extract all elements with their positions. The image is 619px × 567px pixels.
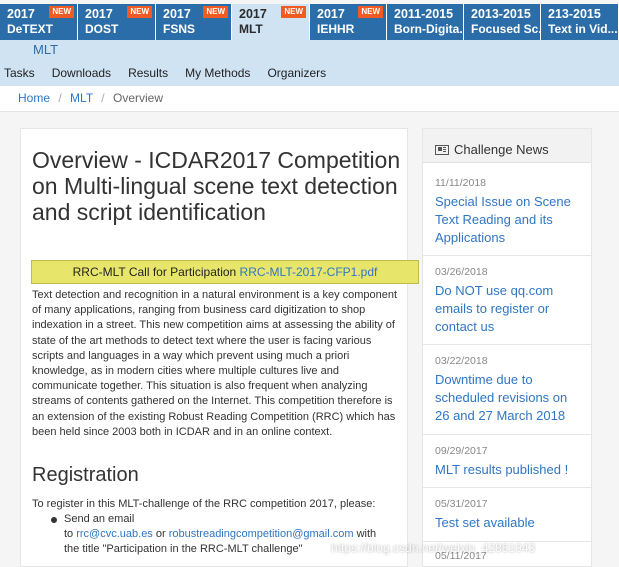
challenge-tab-bar: 2017 DeTEXT NEW 2017 DOST NEW 2017 FSNS NEW 2017 M… (0, 4, 619, 40)
new-badge: NEW (203, 6, 228, 18)
breadcrumb-mlt[interactable]: MLT (70, 91, 93, 105)
breadcrumb-separator: / (58, 91, 62, 105)
new-badge: NEW (127, 6, 152, 18)
menu-item-organizers[interactable]: Organizers (267, 62, 326, 86)
challenge-subtitle: MLT (33, 42, 59, 57)
menu-item-downloads[interactable]: Downloads (52, 62, 111, 86)
news-item: 05/31/2017 Test set available (435, 498, 585, 532)
bullet-email-line: to rrc@cvc.uab.es or robustreadingcompet… (64, 528, 376, 540)
menu-item-results[interactable]: Results (128, 62, 168, 86)
news-date: 05/31/2017 (435, 498, 488, 510)
or-text: or (152, 528, 169, 540)
news-divider (423, 255, 591, 256)
overview-paragraph: Text detection and recognition in a natu… (32, 289, 398, 438)
tab-label: Text in Vid... (548, 22, 618, 36)
email-link-rrc[interactable]: rrc@cvc.uab.es (76, 528, 153, 540)
news-divider (423, 487, 591, 488)
news-link[interactable]: Test set available (435, 514, 585, 532)
menu-item-my-methods[interactable]: My Methods (185, 62, 250, 86)
news-divider (423, 344, 591, 345)
news-date: 09/29/2017 (435, 445, 488, 457)
tab-label: IEHHR (317, 22, 355, 36)
cfp-pdf-link[interactable]: RRC-MLT-2017-CFP1.pdf (240, 265, 378, 279)
with-text: with (353, 528, 377, 540)
challenge-tab-iehhr[interactable]: 2017 IEHHR NEW (310, 4, 387, 40)
tab-year: 213-2015 (548, 7, 601, 21)
breadcrumb-current: Overview (112, 91, 163, 105)
news-date: 03/22/2018 (435, 355, 488, 367)
bullet-title-line: the title "Participation in the RRC-MLT … (64, 543, 303, 555)
cfp-label: RRC-MLT Call for Participation (72, 265, 240, 279)
tab-label: DeTEXT (7, 22, 54, 36)
registration-heading: Registration (32, 464, 139, 486)
news-title: Challenge News (454, 142, 549, 157)
sub-title-bar: MLT (0, 40, 619, 62)
challenge-tab-born-digita[interactable]: 2011-2015 Born-Digita... (387, 4, 464, 40)
new-badge: NEW (281, 6, 306, 18)
news-link[interactable]: Do NOT use qq.com emails to register or … (435, 282, 585, 336)
task-menu: Tasks Downloads Results My Methods Organ… (0, 62, 619, 86)
page-root: 2017 DeTEXT NEW 2017 DOST NEW 2017 FSNS NEW 2017 M… (0, 0, 619, 567)
news-item: 11/11/2018 Special Issue on Scene Text R… (435, 177, 585, 247)
news-item: 09/29/2017 MLT results published ! (435, 445, 585, 479)
news-date: 03/26/2018 (435, 266, 488, 278)
breadcrumb-separator: / (101, 91, 105, 105)
bullet-send-email: Send an email (64, 513, 135, 525)
news-divider (423, 434, 591, 435)
challenge-tab-focused-sc[interactable]: 2013-2015 Focused Sc... (464, 4, 541, 40)
tab-year: 2013-2015 (471, 7, 531, 21)
newspaper-icon (435, 144, 449, 155)
news-link[interactable]: Downtime due to scheduled revisions on 2… (435, 371, 585, 425)
tab-label: DOST (85, 22, 119, 36)
new-badge: NEW (358, 6, 383, 18)
page-title: Overview - ICDAR2017 Competition on Mult… (32, 147, 401, 225)
news-link[interactable]: Special Issue on Scene Text Reading and … (435, 193, 585, 247)
news-date: 11/11/2018 (435, 177, 486, 189)
bullet-dot (51, 517, 57, 523)
call-for-participation-banner: RRC-MLT Call for Participation RRC-MLT-2… (31, 260, 419, 284)
challenge-tab-fsns[interactable]: 2017 FSNS NEW (156, 4, 232, 40)
tab-year: 2011-2015 (394, 7, 454, 21)
challenge-tab-detext[interactable]: 2017 DeTEXT NEW (0, 4, 78, 40)
challenge-news-panel: Challenge News 11/11/2018 Special Issue … (422, 128, 592, 567)
tab-label: FSNS (163, 22, 196, 36)
to-text: to (64, 528, 77, 540)
overview-panel: Overview - ICDAR2017 Competition on Mult… (20, 128, 408, 567)
tab-label: Born-Digita... (394, 22, 464, 36)
breadcrumb-home[interactable]: Home (18, 91, 50, 105)
watermark: https://blog.csdn.net/weixin_42861043 (331, 541, 536, 555)
new-badge: NEW (49, 6, 74, 18)
tab-label: Focused Sc... (471, 22, 541, 36)
news-header: Challenge News (423, 129, 591, 163)
news-item: 03/26/2018 Do NOT use qq.com emails to r… (435, 266, 585, 336)
email-link-gmail[interactable]: robustreadingcompetition@gmail.com (169, 528, 354, 540)
challenge-tab-text-in-vid[interactable]: 213-2015 Text in Vid... (541, 4, 619, 40)
news-item: 03/22/2018 Downtime due to scheduled rev… (435, 355, 585, 425)
challenge-tab-dost[interactable]: 2017 DOST NEW (78, 4, 156, 40)
registration-text: To register in this MLT-challenge of the… (32, 498, 376, 510)
breadcrumb: Home / MLT / Overview (0, 86, 619, 112)
tab-label: MLT (239, 22, 263, 36)
challenge-tab-mlt[interactable]: 2017 MLT NEW (232, 4, 310, 40)
news-link[interactable]: MLT results published ! (435, 461, 585, 479)
menu-item-tasks[interactable]: Tasks (4, 62, 35, 86)
